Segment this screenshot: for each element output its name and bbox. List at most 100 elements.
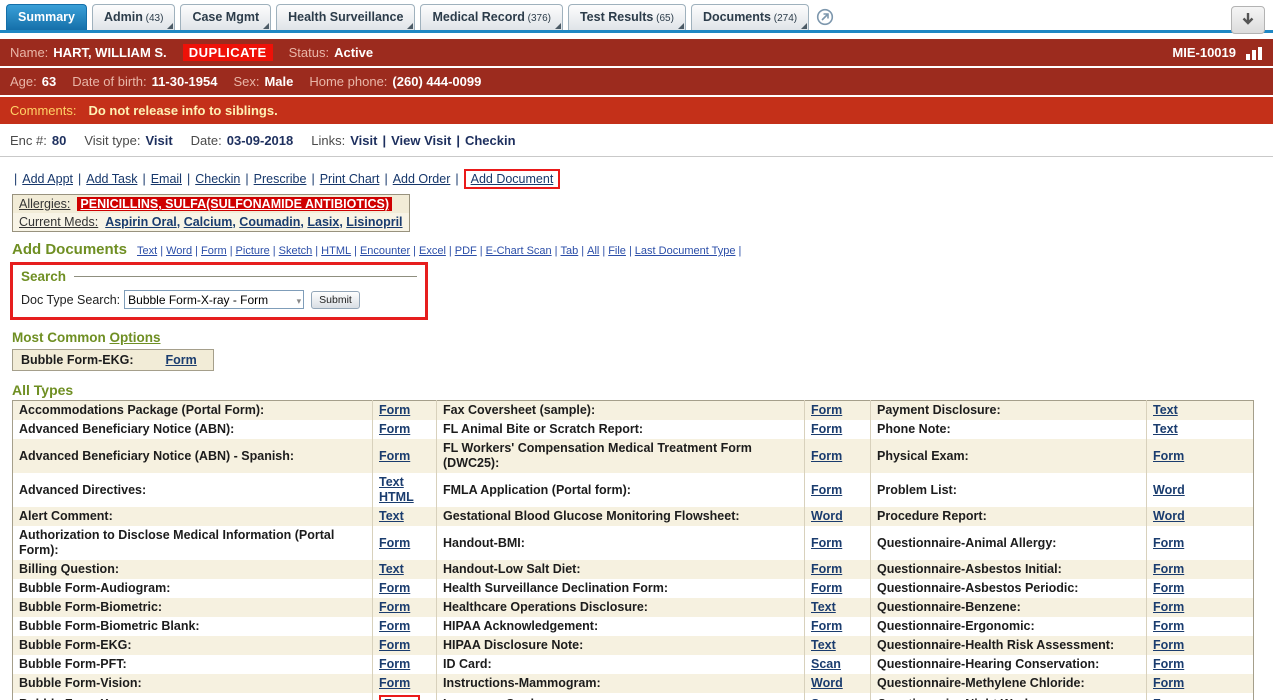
download-button[interactable] [1231,6,1265,34]
doc-link-phone-note-text[interactable]: Text [1153,422,1178,437]
doc-type-link-pdf[interactable]: PDF [455,245,477,257]
doc-link-bubble-form-ekg-form[interactable]: Form [379,638,410,653]
doc-link-fmla-application-portal-form-form[interactable]: Form [811,483,842,498]
tab-summary[interactable]: Summary [6,4,87,30]
separator: | [14,172,17,186]
doc-type-link-sketch[interactable]: Sketch [279,245,313,257]
allergy-value[interactable]: PENICILLINS, SULFA(SULFONAMIDE ANTIBIOTI… [77,197,392,211]
doc-type-search-input[interactable] [124,290,304,309]
tab-health-surveillance[interactable]: Health Surveillance [276,4,415,30]
doc-type-links-cell: Form [373,526,437,560]
doc-type-link-word[interactable]: Word [166,245,192,257]
doc-link-bubble-form-biometric-blank-form[interactable]: Form [379,619,410,634]
doc-link-gestational-blood-glucose-monitoring-flowsheet-word[interactable]: Word [811,509,843,524]
allergies-link[interactable]: Allergies: [19,197,70,211]
med-link-lasix[interactable]: Lasix [307,215,339,229]
all-types-row: Authorization to Disclose Medical Inform… [13,526,1254,560]
encounter-link-visit[interactable]: Visit [350,133,377,148]
external-link-icon[interactable] [816,8,834,26]
doc-link-physical-exam-form[interactable]: Form [1153,449,1184,464]
doc-type-link-form[interactable]: Form [201,245,227,257]
doc-link-health-surveillance-declination-form-form[interactable]: Form [811,581,842,596]
doc-type-link-picture[interactable]: Picture [236,245,270,257]
doc-type-link-text[interactable]: Text [137,245,157,257]
doc-type-label: Physical Exam: [871,439,1147,473]
doc-type-links-cell: Text [805,598,871,617]
action-link-add-appt[interactable]: Add Appt [22,172,73,186]
doc-link-questionnaire-hearing-conservation-form[interactable]: Form [1153,657,1184,672]
med-link-lisinopril[interactable]: Lisinopril [346,215,402,229]
doc-link-questionnaire-ergonomic-form[interactable]: Form [1153,619,1184,634]
doc-link-handout-low-salt-diet-form[interactable]: Form [811,562,842,577]
chart-icon[interactable] [1245,46,1263,60]
submit-button[interactable]: Submit [311,291,360,309]
doc-link-bubble-form-pft-form[interactable]: Form [379,657,410,672]
tab-test-results[interactable]: Test Results (65) [568,4,686,30]
doc-type-link-all[interactable]: All [587,245,599,257]
doc-link-alert-comment-text[interactable]: Text [379,509,404,524]
doc-link-hipaa-disclosure-note-text[interactable]: Text [811,638,836,653]
action-link-add-task[interactable]: Add Task [86,172,137,186]
doc-link-handout-bmi-form[interactable]: Form [811,536,842,551]
tab-case-mgmt[interactable]: Case Mgmt [180,4,271,30]
doc-link-questionnaire-asbestos-initial-form[interactable]: Form [1153,562,1184,577]
med-link-coumadin[interactable]: Coumadin [239,215,300,229]
doc-type-label: Bubble Form-Biometric: [13,598,373,617]
doc-link-bubble-form-biometric-form[interactable]: Form [379,600,410,615]
doc-type-links-cell: TextHTML [373,473,437,507]
current-meds-link[interactable]: Current Meds: [19,215,98,229]
doc-link-advanced-beneficiary-notice-abn-spanish-form[interactable]: Form [379,449,410,464]
doc-link-questionnaire-animal-allergy-form[interactable]: Form [1153,536,1184,551]
doc-link-healthcare-operations-disclosure-text[interactable]: Text [811,600,836,615]
doc-link-questionnaire-benzene-form[interactable]: Form [1153,600,1184,615]
action-link-add-document[interactable]: Add Document [464,169,561,189]
med-link-aspirin-oral[interactable]: Aspirin Oral [105,215,177,229]
encounter-link-view-visit[interactable]: View Visit [391,133,451,148]
doc-link-fl-animal-bite-or-scratch-report-form[interactable]: Form [811,422,842,437]
action-link-add-order[interactable]: Add Order [393,172,451,186]
doc-link-authorization-to-disclose-medical-information-portal-form-form[interactable]: Form [379,536,410,551]
doc-link-id-card-scan[interactable]: Scan [811,657,841,672]
doc-link-billing-question-text[interactable]: Text [379,562,404,577]
tab-admin[interactable]: Admin (43) [92,4,175,30]
options-link[interactable]: Options [110,330,161,345]
doc-link-accommodations-package-portal-form-form[interactable]: Form [379,403,410,418]
action-link-checkin[interactable]: Checkin [195,172,240,186]
doc-link-questionnaire-health-risk-assessment-form[interactable]: Form [1153,638,1184,653]
doc-type-search-label: Doc Type Search: [21,293,120,307]
tab-documents[interactable]: Documents (274) [691,4,809,30]
most-common-form-link[interactable]: Form [166,353,197,367]
action-link-email[interactable]: Email [151,172,182,186]
doc-link-bubble-form-vision-form[interactable]: Form [379,676,410,691]
doc-link-fax-coversheet-sample-form[interactable]: Form [811,403,842,418]
doc-link-questionnaire-asbestos-periodic-form[interactable]: Form [1153,581,1184,596]
doc-type-link-e-chart-scan[interactable]: E-Chart Scan [486,245,552,257]
doc-link-advanced-directives-html[interactable]: HTML [379,490,414,505]
med-link-calcium[interactable]: Calcium [184,215,233,229]
doc-type-link-encounter[interactable]: Encounter [360,245,410,257]
action-link-prescribe[interactable]: Prescribe [254,172,307,186]
doc-type-link-tab[interactable]: Tab [561,245,579,257]
doc-link-bubble-form-x-ray-form[interactable]: Form [379,695,420,700]
doc-type-link-html[interactable]: HTML [321,245,351,257]
doc-type-link-last-document-type[interactable]: Last Document Type [635,245,736,257]
doc-link-advanced-directives-text[interactable]: Text [379,475,404,490]
doc-link-hipaa-acknowledgement-form[interactable]: Form [811,619,842,634]
separator: | [195,245,198,257]
doc-link-instructions-mammogram-word[interactable]: Word [811,676,843,691]
doc-link-advanced-beneficiary-notice-abn-form[interactable]: Form [379,422,410,437]
doc-link-problem-list-word[interactable]: Word [1153,483,1185,498]
doc-type-link-file[interactable]: File [608,245,626,257]
doc-link-procedure-report-word[interactable]: Word [1153,509,1185,524]
doc-type-link-excel[interactable]: Excel [419,245,446,257]
encounter-link-checkin[interactable]: Checkin [465,133,516,148]
action-link-print-chart[interactable]: Print Chart [320,172,380,186]
separator: | [384,172,387,186]
search-title: Search [21,269,66,284]
doc-link-payment-disclosure-text[interactable]: Text [1153,403,1178,418]
doc-link-fl-workers-compensation-medical-treatment-form-dwc25-form[interactable]: Form [811,449,842,464]
doc-link-questionnaire-methylene-chloride-form[interactable]: Form [1153,676,1184,691]
doc-link-bubble-form-audiogram-form[interactable]: Form [379,581,410,596]
search-header: Search [21,269,417,284]
tab-medical-record[interactable]: Medical Record (376) [420,4,563,30]
